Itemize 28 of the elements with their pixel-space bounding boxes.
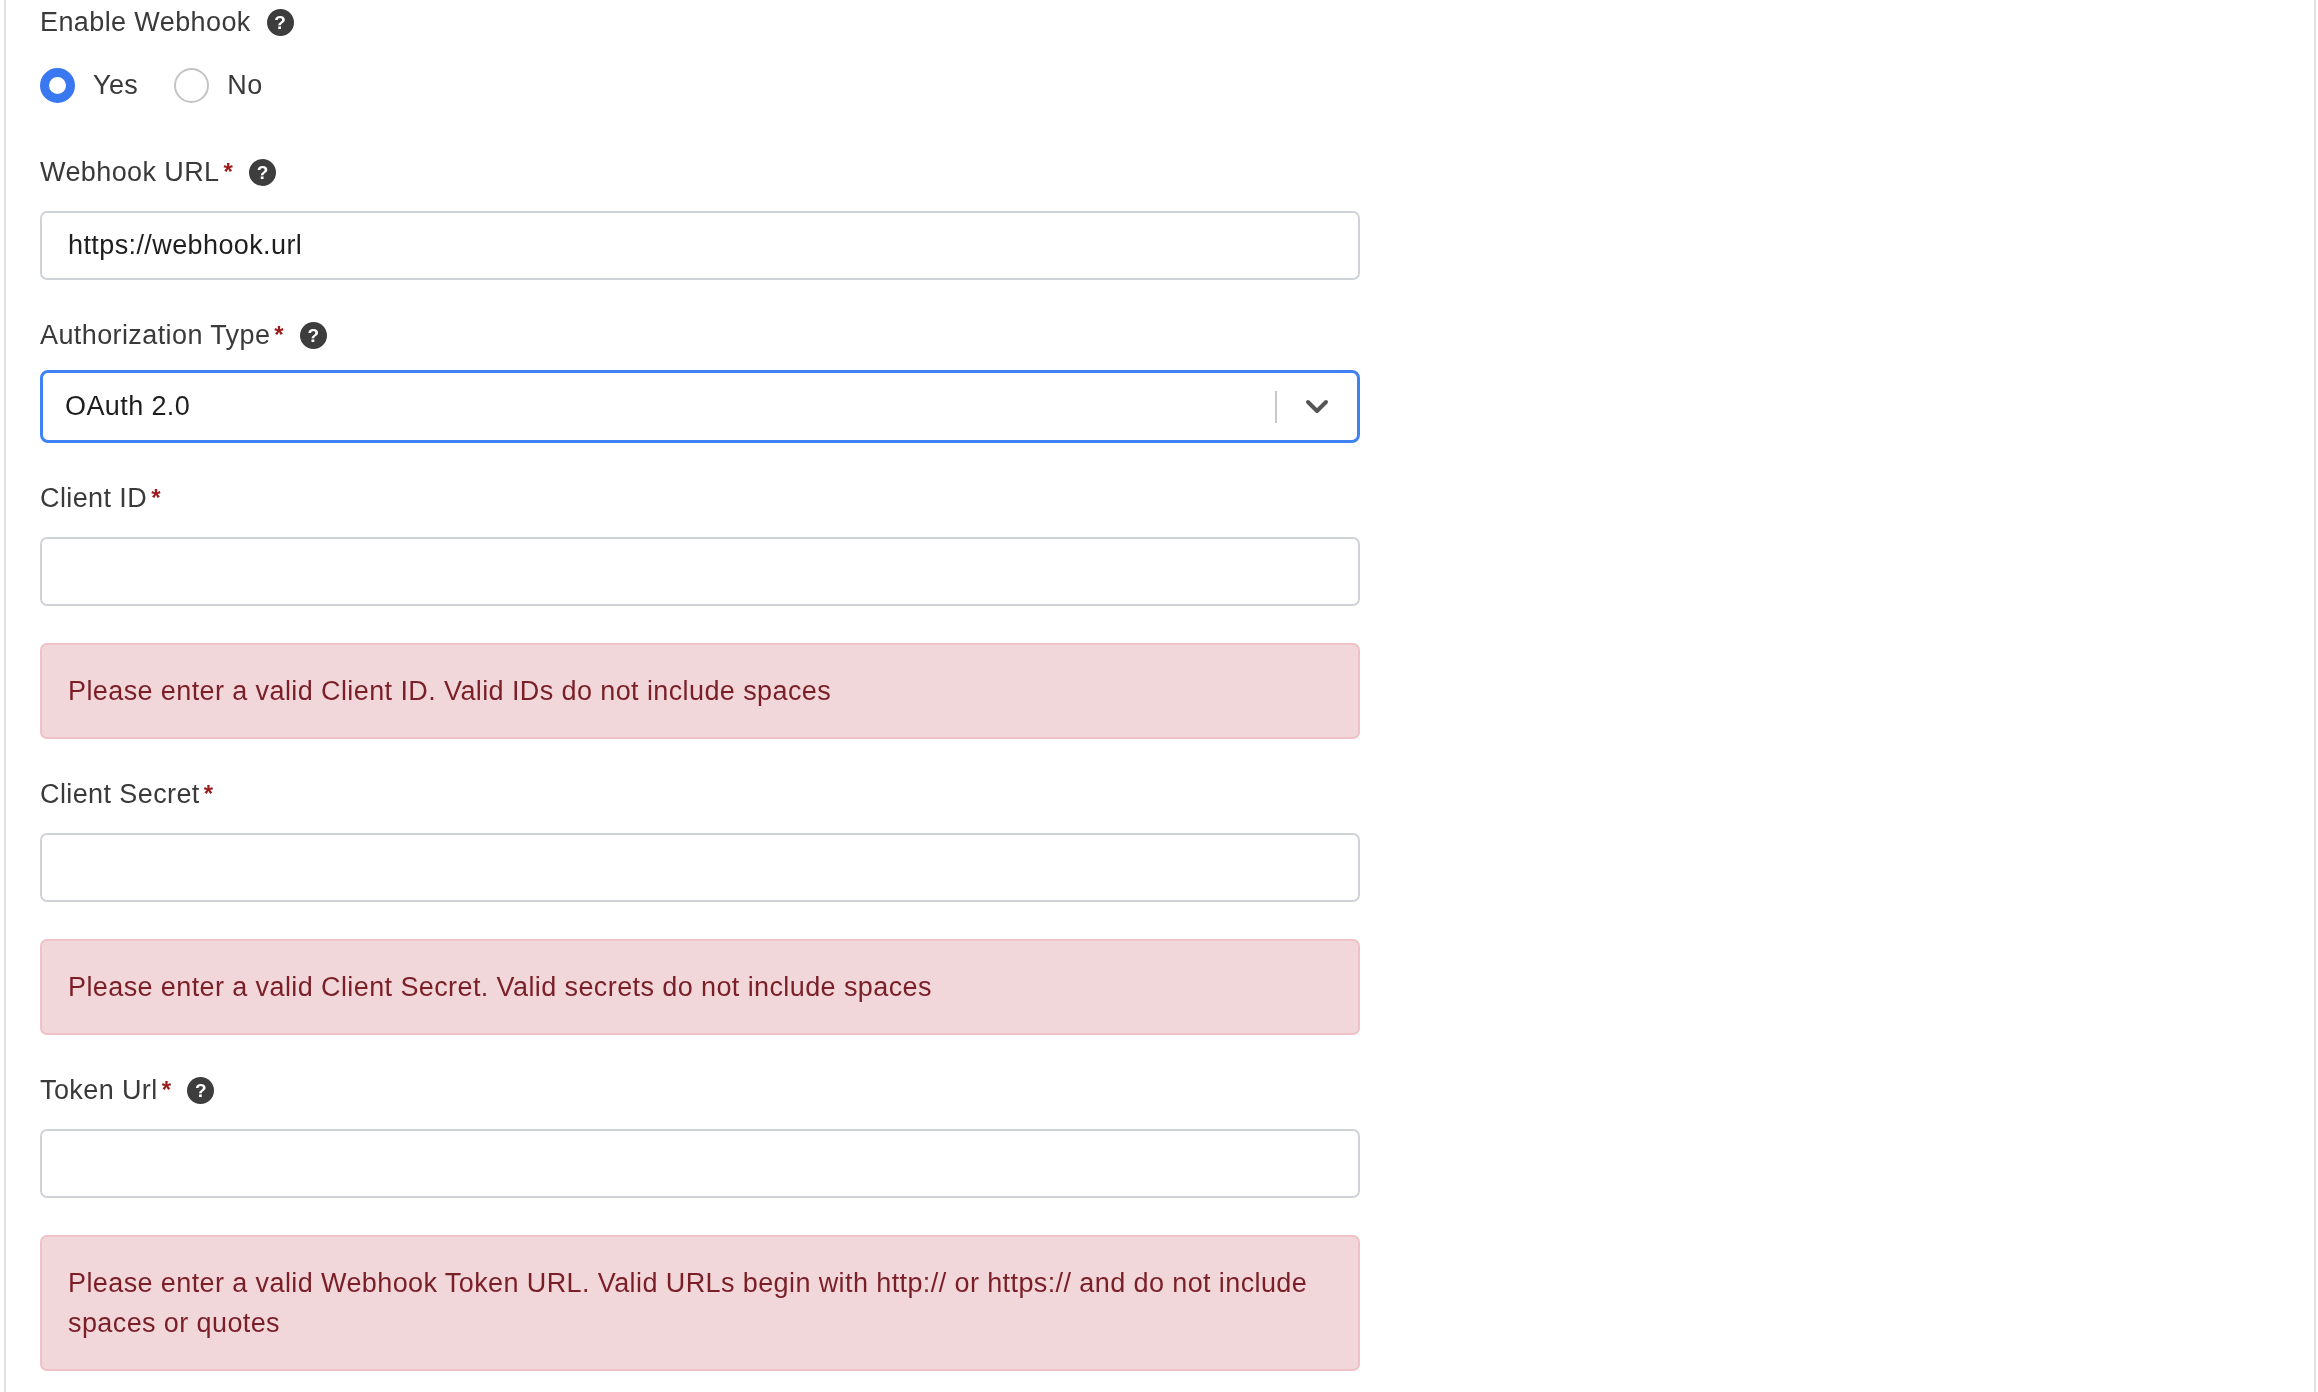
input-field[interactable]: https://webhook.url (40, 211, 1360, 280)
field-label: Enable Webhook (40, 6, 251, 38)
error-message: Please enter a valid Webhook Token URL. Valid URLs begin with http:// or https:// and do not include spaces or quotes (40, 1235, 1360, 1371)
help-icon[interactable]: ? (249, 158, 277, 186)
radio-button[interactable] (174, 67, 210, 103)
required-mark: * (151, 483, 161, 513)
help-icon[interactable]: ? (266, 8, 294, 36)
input-field[interactable] (40, 1129, 1360, 1198)
help-icon[interactable]: ? (187, 1076, 215, 1104)
field-label: Token Url (40, 1074, 158, 1106)
radio-label[interactable]: No (227, 69, 263, 101)
input-field[interactable] (40, 833, 1360, 902)
input-field[interactable] (40, 537, 1360, 606)
field-label: Authorization Type (40, 319, 271, 351)
error-message: Please enter a valid Client Secret. Valid secrets do not include spaces (40, 939, 1360, 1035)
field-label: Client Secret (40, 778, 200, 810)
required-mark: * (274, 320, 285, 350)
dropdown[interactable]: OAuth 2.0 (40, 370, 1360, 443)
required-mark: * (223, 157, 234, 187)
field-label: Webhook URL (40, 156, 220, 188)
required-mark: * (161, 1075, 172, 1105)
help-icon[interactable]: ? (300, 321, 328, 349)
radio-button[interactable] (40, 67, 75, 103)
chevron-down-icon (1305, 398, 1329, 415)
error-message: Please enter a valid Client ID. Valid IDs do not include spaces (40, 643, 1360, 739)
radio-label[interactable]: Yes (93, 69, 139, 101)
required-mark: * (203, 779, 214, 809)
field-label: Client ID (40, 482, 148, 514)
